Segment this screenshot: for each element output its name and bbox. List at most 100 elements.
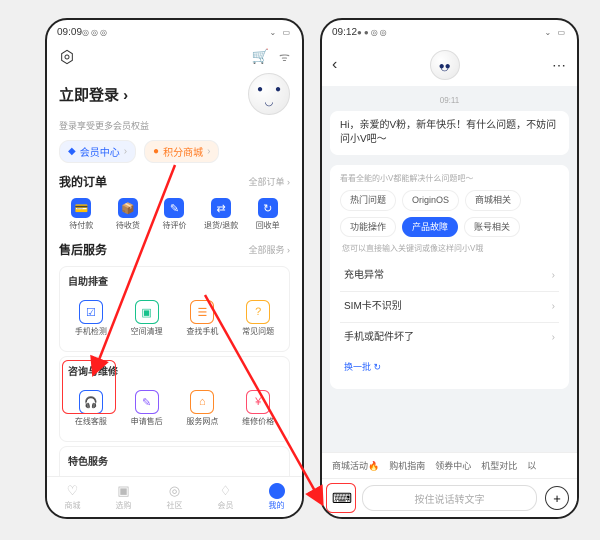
back-icon[interactable]: ‹ bbox=[332, 56, 337, 74]
order-icon: ↻ bbox=[258, 198, 278, 218]
card2-tile-1[interactable]: ✎ 申请售后 bbox=[120, 386, 174, 431]
card1-tile-1[interactable]: ▣ 空间清理 bbox=[120, 296, 174, 341]
faq-row-0[interactable]: 充电异常› bbox=[340, 261, 559, 292]
service-icon: ⌂ bbox=[190, 390, 214, 414]
service-icon: ☰ bbox=[190, 300, 214, 324]
nav-3[interactable]: ♢会员 bbox=[200, 477, 251, 517]
order-label: 待付款 bbox=[69, 220, 93, 231]
greeting-bubble: Hi，亲爱的V粉，新年快乐！有什么问题，不妨问问小V吧～ bbox=[330, 111, 569, 155]
topic-tag-3[interactable]: 功能操作 bbox=[340, 217, 396, 238]
chat-timestamp: 09:11 bbox=[330, 94, 569, 111]
service-icon: ¥ bbox=[246, 390, 270, 414]
service-icon: ▣ bbox=[135, 300, 159, 324]
order-icon: ✎ bbox=[164, 198, 184, 218]
status-icons-rr: ⌄ ▭ bbox=[545, 28, 567, 37]
bottom-nav: ♡商城▣选购◎社区♢会员我的 bbox=[47, 476, 302, 517]
quick-chip-2[interactable]: 领券中心 bbox=[435, 459, 471, 472]
topic-tag-0[interactable]: 热门问题 bbox=[340, 190, 396, 211]
service-title: 售后服务 bbox=[59, 241, 107, 258]
service-icon: 🎧 bbox=[79, 390, 103, 414]
quick-chip-row: 商城活动🔥 购机指南领券中心机型对比以 bbox=[322, 452, 577, 478]
cart-icon[interactable]: 🛒 bbox=[252, 48, 269, 65]
status-icons-r: ⌄ ▭ bbox=[270, 28, 292, 37]
header: 🛒 ᯤ bbox=[47, 44, 302, 69]
card1-tile-0[interactable]: ☑ 手机检测 bbox=[64, 296, 118, 341]
card1-tile-3[interactable]: ? 常见问题 bbox=[231, 296, 285, 341]
more-icon[interactable]: ⋯ bbox=[552, 57, 567, 74]
topic-tag-4[interactable]: 产品故障 bbox=[402, 217, 458, 238]
card2-title: 咨询与维修 bbox=[68, 363, 285, 378]
login-row[interactable]: 立即登录 › ◡ bbox=[47, 69, 302, 119]
status-bar-r: 09:12 ●●◎◎ ⌄ ▭ bbox=[322, 20, 577, 44]
keyboard-icon[interactable]: ⌨ bbox=[330, 487, 354, 509]
status-time: 09:09 bbox=[57, 27, 82, 38]
chevron-right-icon: › bbox=[552, 300, 555, 314]
status-icons-lr: ●●◎◎ bbox=[357, 28, 389, 37]
nav-icon: ♡ bbox=[67, 483, 79, 499]
nav-icon: ▣ bbox=[117, 483, 129, 499]
card-self-check: 自助排查 ☑ 手机检测▣ 空间清理☰ 查找手机? 常见问题 bbox=[59, 266, 290, 352]
order-icon: 💳 bbox=[71, 198, 91, 218]
order-tile-2[interactable]: ✎ 待评价 bbox=[152, 194, 197, 235]
order-label: 退货/退款 bbox=[204, 220, 238, 231]
order-label: 待收货 bbox=[116, 220, 140, 231]
list-hint: 您可以直接输入关键词或像这样问小V哦 bbox=[340, 237, 559, 260]
shuffle-btn[interactable]: 换一批 ↻ bbox=[340, 353, 559, 382]
nav-icon: ◎ bbox=[169, 483, 180, 499]
nav-label: 会员 bbox=[218, 500, 234, 511]
quick-chip-1[interactable]: 购机指南 bbox=[389, 459, 425, 472]
nav-1[interactable]: ▣选购 bbox=[98, 477, 149, 517]
order-tile-4[interactable]: ↻ 回收单 bbox=[245, 194, 290, 235]
order-tile-0[interactable]: 💳 待付款 bbox=[59, 194, 104, 235]
section-orders: 我的订单 全部订单 › 💳 待付款📦 待收货✎ 待评价⇄ 退货/退款↻ 回收单 bbox=[47, 167, 302, 235]
quick-chip-0[interactable]: 商城活动🔥 bbox=[332, 459, 379, 472]
status-bar: 09:09 ◎◎◎ ⌄ ▭ bbox=[47, 20, 302, 44]
chip-row: ◆ 会员中心 › ● 积分商城 › bbox=[47, 136, 302, 167]
nav-4[interactable]: 我的 bbox=[251, 477, 302, 517]
quick-chip-4[interactable]: 以 bbox=[527, 459, 536, 472]
quick-chip-3[interactable]: 机型对比 bbox=[481, 459, 517, 472]
service-icon: ✎ bbox=[135, 390, 159, 414]
nav-label: 我的 bbox=[269, 500, 285, 511]
chat-header: ‹ ◡ ⋯ bbox=[322, 44, 577, 86]
chat-avatar[interactable]: ◡ bbox=[430, 50, 460, 80]
card2-tile-0[interactable]: 🎧 在线客服 bbox=[64, 386, 118, 431]
topic-tag-1[interactable]: OriginOS bbox=[402, 190, 459, 211]
avatar-robot[interactable]: ◡ bbox=[248, 73, 290, 115]
faq-label: 手机或配件坏了 bbox=[344, 331, 414, 345]
orders-title: 我的订单 bbox=[59, 173, 107, 190]
order-tile-3[interactable]: ⇄ 退货/退款 bbox=[199, 194, 244, 235]
service-more[interactable]: 全部服务 › bbox=[249, 243, 291, 256]
card-consult-repair: 咨询与维修 🎧 在线客服✎ 申请售后⌂ 服务网点¥ 维修价格 bbox=[59, 356, 290, 442]
chip-member-center[interactable]: ◆ 会员中心 › bbox=[59, 140, 136, 163]
service-label: 查找手机 bbox=[186, 326, 218, 337]
diamond-icon: ◆ bbox=[68, 146, 76, 157]
plus-icon[interactable]: + bbox=[545, 486, 569, 510]
card2-tile-2[interactable]: ⌂ 服务网点 bbox=[176, 386, 230, 431]
faq-row-1[interactable]: SIM卡不识别 › bbox=[340, 292, 559, 323]
faq-row-2[interactable]: 手机或配件坏了 › bbox=[340, 323, 559, 353]
bell-icon[interactable]: ᯤ bbox=[279, 48, 290, 65]
chevron-right-icon: › bbox=[552, 331, 555, 345]
nav-label: 社区 bbox=[167, 500, 183, 511]
card2-tile-3[interactable]: ¥ 维修价格 bbox=[231, 386, 285, 431]
nav-2[interactable]: ◎社区 bbox=[149, 477, 200, 517]
settings-hex-icon[interactable] bbox=[59, 49, 75, 65]
order-tile-1[interactable]: 📦 待收货 bbox=[106, 194, 151, 235]
service-label: 常见问题 bbox=[242, 326, 274, 337]
orders-more[interactable]: 全部订单 › bbox=[249, 175, 291, 188]
help-bubble: 看看全能的小V都能解决什么问题吧～ 热门问题OriginOS商城相关功能操作产品… bbox=[330, 165, 569, 389]
topic-tag-5[interactable]: 账号相关 bbox=[464, 217, 520, 238]
status-icons-l: ◎◎◎ bbox=[82, 28, 109, 37]
service-label: 空间清理 bbox=[131, 326, 163, 337]
service-icon: ☑ bbox=[79, 300, 103, 324]
card3-title: 特色服务 bbox=[68, 453, 285, 468]
service-label: 维修价格 bbox=[242, 416, 274, 427]
faq-label: SIM卡不识别 bbox=[344, 300, 402, 314]
topic-tag-2[interactable]: 商城相关 bbox=[465, 190, 521, 211]
card1-tile-2[interactable]: ☰ 查找手机 bbox=[176, 296, 230, 341]
nav-icon: ♢ bbox=[220, 483, 232, 499]
voice-input-field[interactable]: 按住说话转文字 bbox=[362, 485, 537, 511]
chip-points-mall[interactable]: ● 积分商城 › bbox=[144, 140, 219, 163]
nav-0[interactable]: ♡商城 bbox=[47, 477, 98, 517]
